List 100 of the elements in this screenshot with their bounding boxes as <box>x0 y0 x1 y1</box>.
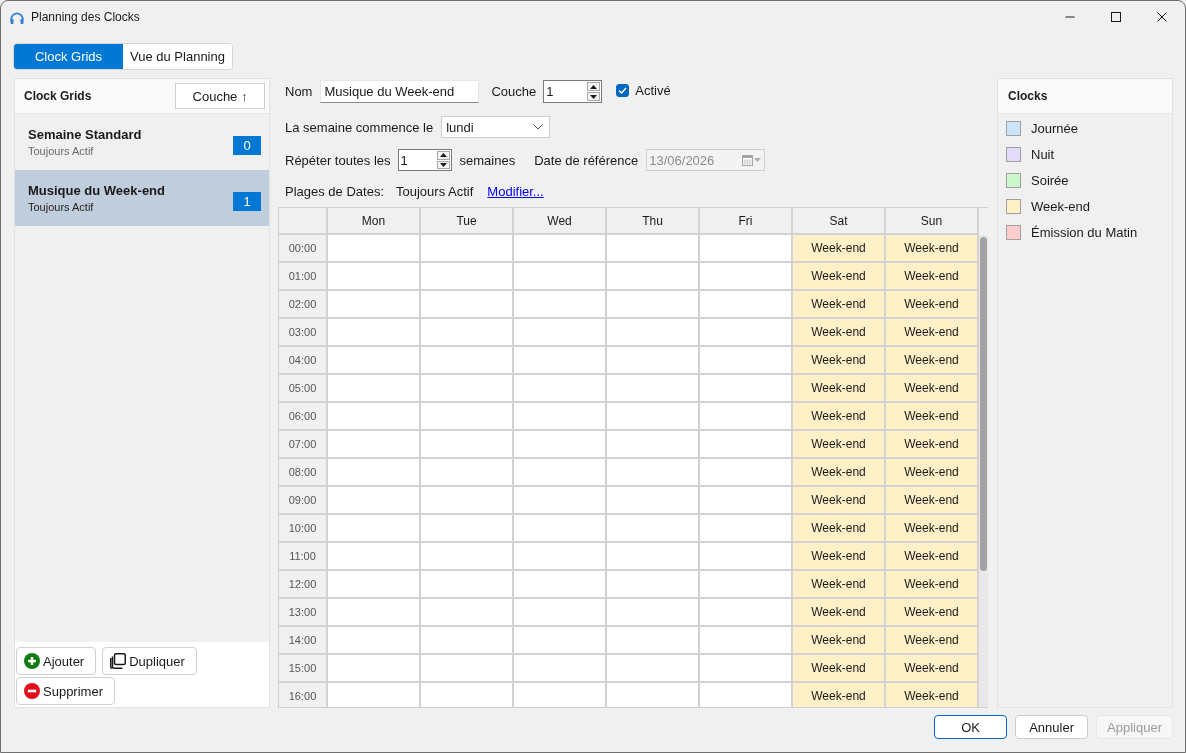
clock-slot[interactable]: Week-end <box>886 375 979 403</box>
field-label: La semaine commence le <box>285 119 434 135</box>
clock-slot[interactable]: Week-end <box>886 627 979 655</box>
calendar-icon <box>742 154 754 166</box>
clock-slot[interactable]: Week-end <box>886 235 979 263</box>
field-label: Couche <box>491 84 537 99</box>
clock-slot[interactable]: Week-end <box>793 235 886 263</box>
clock-slot[interactable]: Week-end <box>793 683 886 707</box>
clock-slot[interactable]: Week-end <box>886 599 979 627</box>
spin-up-button[interactable] <box>587 82 601 91</box>
spin-down-button[interactable] <box>436 160 450 169</box>
clock-slot[interactable]: Week-end <box>886 459 979 487</box>
clock-name: Week-end <box>1031 198 1090 214</box>
clock-grid-item[interactable]: Semaine Standard Toujours Actif 0 <box>15 114 269 170</box>
scrollbar-thumb[interactable] <box>980 237 987 571</box>
add-button[interactable]: Ajouter <box>16 647 97 675</box>
time-label: 13:00 <box>279 599 328 627</box>
tab[interactable]: Clock Grids <box>14 44 123 69</box>
clock-slot[interactable]: Week-end <box>886 431 979 459</box>
time-label: 12:00 <box>279 571 328 599</box>
day-header: Thu <box>607 208 700 235</box>
clock-slot[interactable]: Week-end <box>886 347 979 375</box>
clock-slot[interactable]: Week-end <box>793 375 886 403</box>
time-label: 05:00 <box>279 375 328 403</box>
minus-circle-icon <box>24 683 40 699</box>
layer-badge: 0 <box>233 135 261 155</box>
clock-slot[interactable]: Week-end <box>886 571 979 599</box>
time-label: 09:00 <box>279 487 328 515</box>
clock-slot[interactable]: Week-end <box>886 515 979 543</box>
clock-slot[interactable]: Week-end <box>793 319 886 347</box>
clock-slot[interactable]: Week-end <box>793 291 886 319</box>
up-triangle-icon <box>439 153 447 158</box>
spin-down-button[interactable] <box>587 92 601 101</box>
clock-slot[interactable]: Week-end <box>793 599 886 627</box>
panel-title: Clock Grids <box>24 89 92 103</box>
up-triangle-icon <box>590 84 598 89</box>
clock-slot[interactable]: Week-end <box>886 655 979 683</box>
field-label: Répéter toutes les <box>285 152 391 168</box>
clock-grid-status: Toujours Actif <box>28 145 95 157</box>
clock-slot[interactable]: Week-end <box>886 319 979 347</box>
close-icon <box>1157 11 1167 22</box>
duplicate-button[interactable]: Dupliquer <box>102 647 197 675</box>
week-start-dropdown[interactable]: lundi <box>441 116 551 138</box>
name-field[interactable]: Musique du Week-end <box>320 80 480 103</box>
clock-slot[interactable]: Week-end <box>793 459 886 487</box>
time-label: 01:00 <box>279 263 328 291</box>
clock-grid-name: Semaine Standard <box>28 127 142 142</box>
clock-slot[interactable]: Week-end <box>793 655 886 683</box>
dialog-button[interactable]: OK <box>934 715 1008 739</box>
clock-slot[interactable]: Week-end <box>886 683 979 707</box>
clock-slot[interactable]: Week-end <box>793 263 886 291</box>
clock-slot[interactable]: Week-end <box>886 291 979 319</box>
repeat-spinner[interactable]: 1 <box>397 149 452 171</box>
checkbox-label: Activé <box>635 82 671 98</box>
field-label: Plages de Dates: <box>285 183 384 199</box>
down-triangle-icon <box>439 162 447 167</box>
delete-button[interactable]: Supprimer <box>16 677 115 705</box>
day-header: Mon <box>328 208 421 235</box>
time-label: 07:00 <box>279 431 328 459</box>
clock-slot[interactable]: Week-end <box>886 263 979 291</box>
layer-badge: 1 <box>233 191 261 211</box>
sort-button[interactable]: Couche ↑ <box>175 83 265 109</box>
down-triangle-icon <box>590 94 598 99</box>
panel-title: Clocks <box>1008 89 1048 103</box>
clock-slot[interactable]: Week-end <box>793 347 886 375</box>
clock-slot[interactable]: Week-end <box>886 543 979 571</box>
clock-slot[interactable]: Week-end <box>793 515 886 543</box>
enabled-checkbox[interactable] <box>616 84 630 97</box>
time-label: 14:00 <box>279 627 328 655</box>
day-header: Tue <box>421 208 514 235</box>
spin-up-button[interactable] <box>436 151 450 160</box>
date-ranges-value: Toujours Actif <box>396 183 474 199</box>
clock-slot[interactable]: Week-end <box>886 487 979 515</box>
clock-slot[interactable]: Week-end <box>793 627 886 655</box>
check-icon <box>618 87 628 94</box>
time-label: 11:00 <box>279 543 328 571</box>
clock-slot[interactable]: Week-end <box>793 571 886 599</box>
plus-circle-icon <box>24 653 40 669</box>
clock-grid-item[interactable]: Musique du Week-end Toujours Actif 1 <box>15 170 269 226</box>
clock-slot[interactable]: Week-end <box>793 543 886 571</box>
clock-grid-status: Toujours Actif <box>28 201 95 213</box>
field-label: semaines <box>459 152 516 168</box>
maximize-icon <box>1111 11 1121 22</box>
modify-link[interactable]: Modifier... <box>487 183 544 199</box>
clock-slot[interactable]: Week-end <box>793 403 886 431</box>
day-header: Wed <box>514 208 607 235</box>
time-label: 03:00 <box>279 319 328 347</box>
field-label: Nom <box>285 84 313 99</box>
clock-slot[interactable]: Week-end <box>886 403 979 431</box>
time-label: 15:00 <box>279 655 328 683</box>
time-label: 00:00 <box>279 235 328 263</box>
clock-slot[interactable]: Week-end <box>793 487 886 515</box>
clock-slot[interactable]: Week-end <box>793 431 886 459</box>
dialog-button[interactable]: Annuler <box>1015 715 1089 739</box>
layer-spinner[interactable]: 1 <box>543 80 603 103</box>
time-label: 10:00 <box>279 515 328 543</box>
clock-name: Émission du Matin <box>1031 224 1138 240</box>
clock-grid-name: Musique du Week-end <box>28 183 165 198</box>
day-header: Fri <box>700 208 793 235</box>
clock-name: Soirée <box>1031 172 1069 188</box>
